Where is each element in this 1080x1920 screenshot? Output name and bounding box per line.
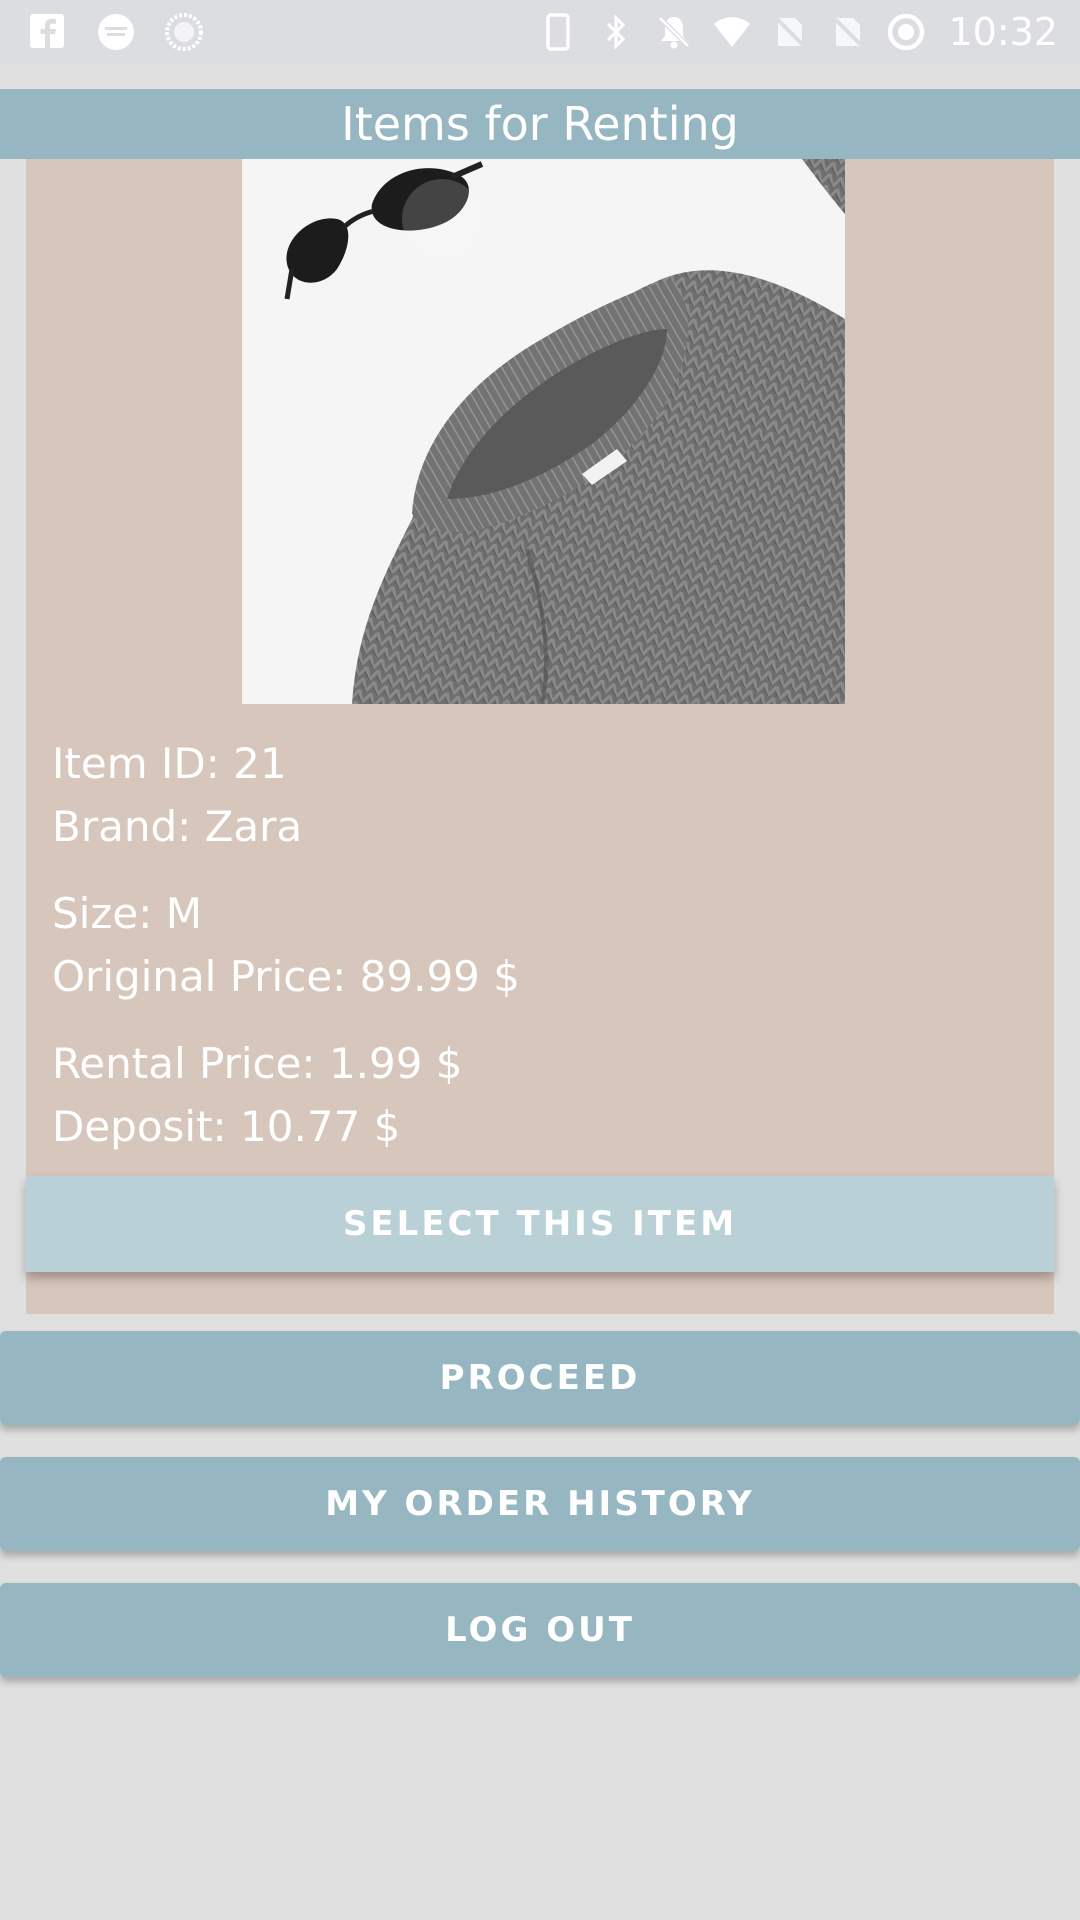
facebook-icon (30, 14, 64, 48)
item-deposit: Deposit: 10.77 $ (52, 1102, 401, 1151)
page-title: Items for Renting (341, 97, 739, 151)
logout-button[interactable]: LOG OUT (0, 1583, 1080, 1677)
item-id: Item ID: 21 (52, 739, 287, 788)
proceed-button[interactable]: PROCEED (0, 1331, 1080, 1425)
item-card: Item ID: 21 Brand: Zara Size: M Original… (26, 159, 1054, 1314)
item-details: Item ID: 21 Brand: Zara Size: M Original… (52, 732, 1032, 1182)
app-bar: Items for Renting (0, 89, 1080, 159)
select-item-button[interactable]: SELECT THIS ITEM (26, 1176, 1054, 1272)
sweater-illustration (242, 159, 845, 704)
status-bar-right: 10:32 (538, 10, 1058, 54)
status-time: 10:32 (948, 10, 1058, 54)
item-photo (242, 159, 845, 704)
no-sim-icon (832, 15, 865, 49)
item-original-price: Original Price: 89.99 $ (52, 952, 520, 1001)
no-sim-icon (774, 15, 807, 49)
sync-icon (165, 13, 203, 51)
notifications-off-icon (658, 16, 691, 49)
data-saver-icon (888, 13, 925, 51)
status-bar-left (28, 12, 204, 52)
phone-icon (546, 13, 571, 51)
item-size: Size: M (52, 889, 202, 938)
wifi-icon (714, 17, 751, 47)
status-bar: 10:32 (0, 0, 1080, 64)
item-brand: Brand: Zara (52, 802, 303, 851)
bluetooth-icon (607, 14, 626, 50)
item-rental-price: Rental Price: 1.99 $ (52, 1039, 463, 1088)
order-history-button[interactable]: MY ORDER HISTORY (0, 1457, 1080, 1551)
finish-line-icon (98, 14, 134, 50)
